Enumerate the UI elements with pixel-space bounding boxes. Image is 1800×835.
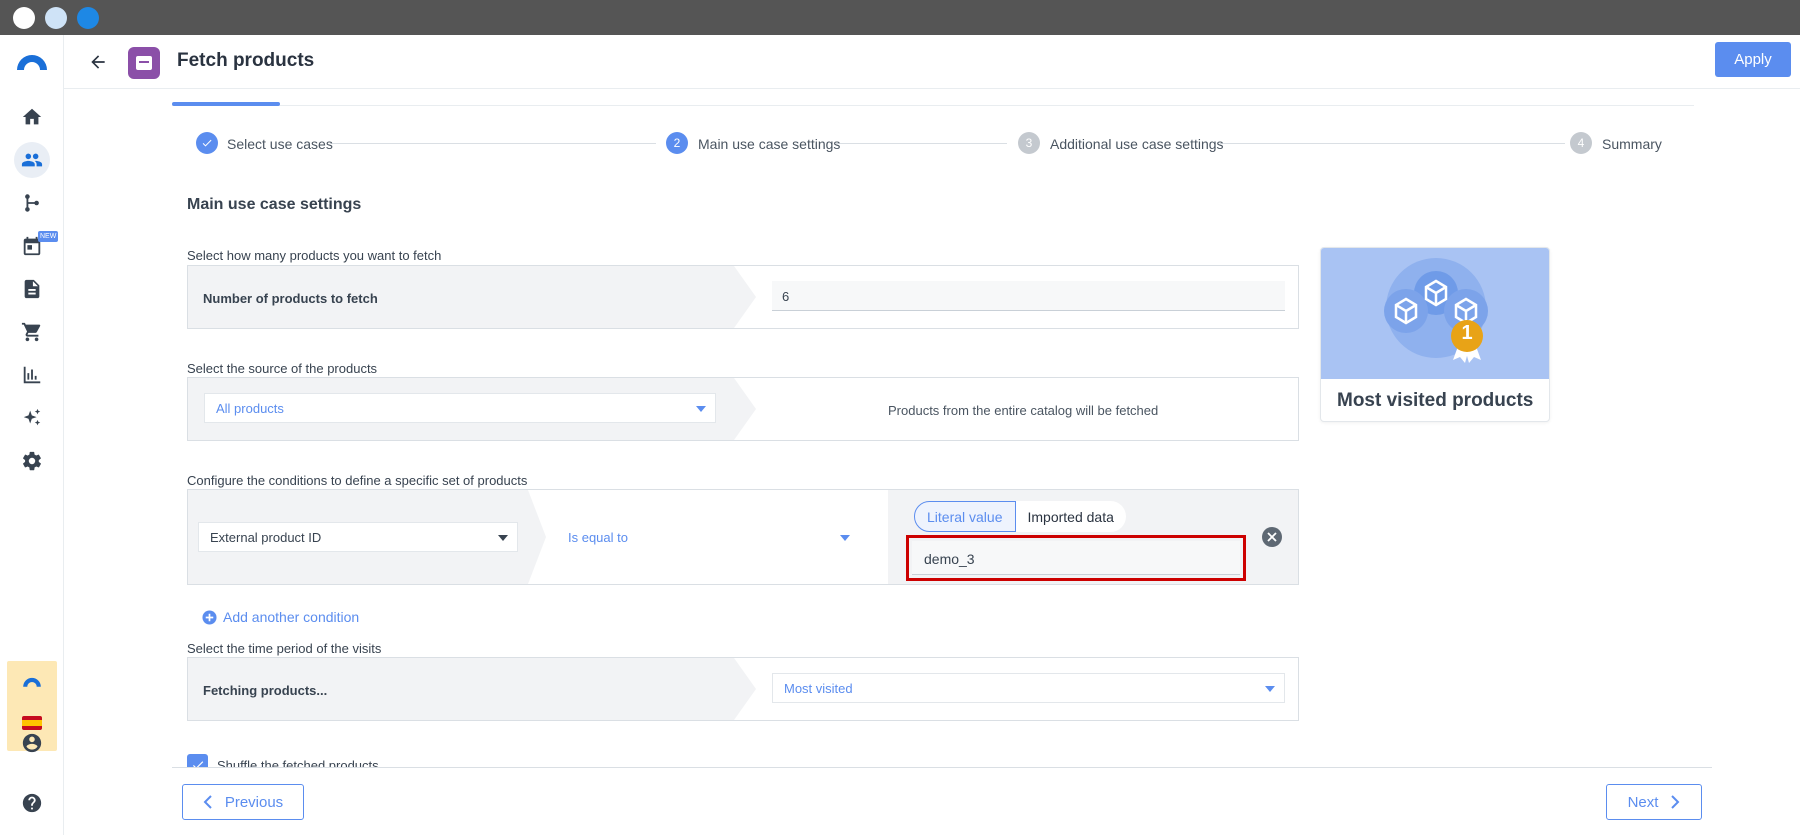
chevron-down-icon [1265,686,1275,692]
footer-divider [172,767,1712,768]
tabs-divider [172,105,1694,106]
plus-circle-icon [202,609,217,625]
home-icon [22,108,42,125]
chevron-down-icon [696,406,706,412]
new-badge: NEW [38,231,59,242]
chevron-right-icon [1671,795,1680,809]
source-select[interactable]: All products [204,393,716,423]
step-4-label[interactable]: Summary [1602,136,1662,152]
step-4-number: 4 [1570,132,1592,154]
app-icon [128,47,160,79]
account-icon [22,733,42,753]
gear-icon [23,451,41,471]
step-2-label[interactable]: Main use case settings [698,136,840,152]
document-icon [24,279,40,299]
window-maximize-dot[interactable] [77,7,99,29]
rank-badge-number: 1 [1461,322,1473,344]
use-case-card: 1 Most visited products [1320,247,1550,422]
time-select[interactable]: Most visited [772,673,1285,703]
rail-cart[interactable] [14,314,50,350]
stepper-connector [1220,143,1565,144]
rail-settings[interactable] [14,443,50,479]
cart-icon [21,322,41,342]
step-3-label[interactable]: Additional use case settings [1050,136,1224,152]
arrow-left-icon [91,55,105,69]
card-title: Most visited products [1337,390,1534,411]
window-title-bar [0,0,1800,35]
step-1-check-icon [196,132,218,154]
rail-people[interactable] [14,142,50,178]
operator-select[interactable]: Is equal to [568,522,868,552]
left-navigation-rail: NEW [0,35,64,835]
sparkle-icon [23,408,41,426]
brand-logo-icon[interactable] [15,51,49,78]
rail-home[interactable] [14,99,50,135]
attribute-select[interactable]: External product ID [198,522,518,552]
rail-analytics[interactable] [14,357,50,393]
tab-active-indicator[interactable] [172,102,280,106]
value-type-toggle: Literal value Imported data [914,501,1126,532]
add-condition-label: Add another condition [223,609,360,625]
previous-label: Previous [224,793,284,811]
previous-button[interactable]: Previous [182,784,304,820]
rail-ai[interactable] [14,400,50,436]
rail-branch[interactable] [14,185,50,221]
shuffle-option[interactable]: Shuffle the fetched products [187,754,379,767]
imported-data-toggle[interactable]: Imported data [1015,501,1126,532]
rail-account[interactable] [14,725,50,761]
literal-value-toggle[interactable]: Literal value [914,501,1016,532]
source-description: Products from the entire catalog will be… [888,403,1159,418]
check-icon [192,760,203,767]
people-icon [21,153,43,167]
next-button[interactable]: Next [1606,784,1702,820]
close-icon [1267,532,1277,542]
products-illustration: 1 [1321,248,1549,379]
step-2-number: 2 [666,132,688,154]
count-section-label: Select how many products you want to fet… [187,248,442,263]
stepper-connector [330,143,656,144]
chevron-down-icon [840,535,850,541]
time-select-value: Most visited [784,681,853,696]
bar-chart-icon [23,366,41,384]
back-button[interactable] [84,48,112,76]
step-3-number: 3 [1018,132,1040,154]
rail-document[interactable] [14,271,50,307]
step-1-label[interactable]: Select use cases [227,136,333,152]
operator-select-value: Is equal to [568,530,628,545]
section-title: Main use case settings [187,196,362,213]
remove-condition-button[interactable] [1262,527,1282,547]
source-select-value: All products [216,401,284,416]
stepper-connector [836,143,1007,144]
count-input[interactable]: 6 [772,281,1285,311]
time-field-label: Fetching products... [203,683,328,698]
time-section-label: Select the time period of the visits [187,641,382,656]
attribute-select-value: External product ID [210,530,322,545]
window-close-dot[interactable] [13,7,35,29]
add-condition-button[interactable]: Add another condition [202,609,359,625]
shuffle-label: Shuffle the fetched products [217,758,379,767]
chevron-left-icon [203,795,212,809]
window-minimize-dot[interactable] [45,7,67,29]
chevron-down-icon [498,535,508,541]
source-section-label: Select the source of the products [187,361,378,376]
rail-help[interactable] [14,785,50,821]
branch-icon [25,194,39,212]
next-label: Next [1627,793,1659,811]
page-title: Fetch products [177,50,315,71]
apply-button[interactable]: Apply [1715,42,1791,77]
shuffle-checkbox[interactable] [187,754,208,767]
card-icon [136,56,152,70]
help-icon [22,793,42,813]
condition-value-input[interactable]: demo_3 [912,541,1240,575]
count-field-label: Number of products to fetch [203,291,378,306]
time-section-box: Fetching products... Most visited [187,657,1299,721]
page-header: Fetch products Apply [64,35,1800,89]
workspace-logo-icon [22,675,42,694]
count-section-box: Number of products to fetch 6 [187,265,1299,329]
conditions-section-label: Configure the conditions to define a spe… [187,473,528,488]
source-section-box: All products Products from the entire ca… [187,377,1299,441]
